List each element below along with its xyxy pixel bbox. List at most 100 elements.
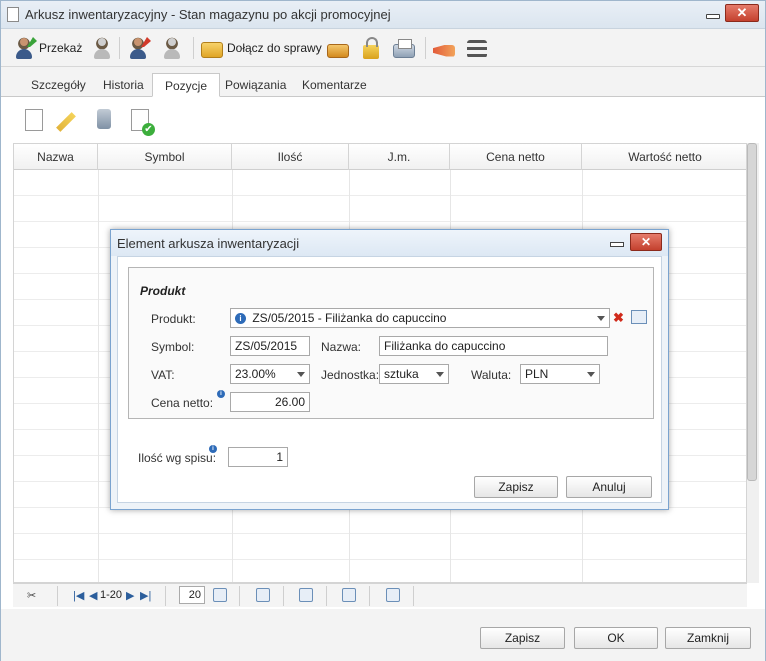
grid-header: Nazwa Symbol Ilość J.m. Cena netto Warto… [14, 144, 746, 170]
new-document-icon[interactable] [25, 109, 43, 131]
megaphone-icon [433, 44, 455, 57]
announce-button[interactable] [433, 35, 455, 61]
dialog-anuluj-button[interactable]: Anuluj [566, 476, 652, 498]
minimize-button[interactable] [701, 5, 723, 23]
menu-button[interactable] [467, 35, 487, 61]
lock-button[interactable] [363, 35, 379, 61]
person-forward-icon [13, 37, 37, 59]
refresh-icon[interactable] [386, 588, 400, 602]
pager-separator [283, 586, 284, 606]
sum-icon[interactable] [256, 588, 270, 602]
ok-button[interactable]: OK [574, 627, 658, 649]
ilosc-label: Ilość wg spisu: [138, 451, 217, 465]
nazwa-input[interactable]: Filiżanka do capuccino [379, 336, 608, 356]
column-header-cena-netto[interactable]: Cena netto [450, 144, 582, 170]
close-button[interactable]: ✕ [725, 4, 759, 22]
print-button[interactable] [393, 35, 415, 61]
printer-icon [393, 38, 415, 58]
columns-icon[interactable] [299, 588, 313, 602]
pager-separator [165, 586, 166, 606]
produkt-select[interactable]: i ZS/05/2015 - Filiżanka do capuccino [230, 308, 610, 328]
chevron-down-icon[interactable] [597, 316, 605, 321]
clear-icon[interactable]: ✖ [613, 310, 624, 326]
column-header-wartosc-netto[interactable]: Wartość netto [582, 144, 746, 170]
dialog-body: Produkt Produkt: i ZS/05/2015 - Filiżank… [117, 256, 662, 503]
pager-separator [326, 586, 327, 606]
tab-szczegoly[interactable]: Szczegóły [19, 73, 98, 97]
pager: ✂ |◀ ◀ 1-20 ▶ ▶| 20 [13, 583, 747, 607]
info-icon: i [235, 313, 246, 325]
window-title: Arkusz inwentaryzacyjny - Stan magazynu … [25, 7, 391, 22]
vat-label: VAT: [151, 368, 175, 382]
person-disabled-icon [91, 37, 113, 59]
zamknij-button[interactable]: Zamknij [665, 627, 751, 649]
tab-pozycje[interactable]: Pozycje [152, 73, 221, 97]
last-page-icon[interactable]: ▶| [140, 589, 151, 602]
first-page-icon[interactable]: |◀ [73, 589, 84, 602]
cena-label: Cena netto: [151, 396, 214, 410]
person-edit-icon [127, 37, 151, 59]
pager-separator [413, 586, 414, 606]
prev-page-icon[interactable]: ◀ [89, 589, 97, 602]
column-header-symbol[interactable]: Symbol [98, 144, 232, 170]
tab-powiazania[interactable]: Powiązania [213, 73, 298, 97]
nazwa-label: Nazwa: [321, 340, 362, 354]
dialog-zapisz-button[interactable]: Zapisz [474, 476, 558, 498]
info-icon[interactable]: i [209, 445, 217, 453]
przekaz-button[interactable]: Przekaż [13, 35, 82, 61]
symbol-label: Symbol: [151, 340, 195, 354]
tab-komentarze[interactable]: Komentarze [290, 73, 379, 97]
column-header-nazwa[interactable]: Nazwa [14, 144, 98, 170]
column-header-ilosc[interactable]: Ilość [232, 144, 349, 170]
footer-bar: Zapisz OK Zamknij [1, 609, 765, 661]
waluta-select[interactable]: PLN [520, 364, 600, 384]
person-link-button[interactable] [161, 35, 183, 61]
cena-input[interactable]: 26.00 [230, 392, 310, 412]
pager-separator [57, 586, 58, 606]
person-edit-button[interactable] [127, 35, 151, 61]
chevron-down-icon[interactable] [436, 372, 444, 377]
positions-toolbar [13, 105, 155, 137]
dolacz-button[interactable]: Dołącz do sprawy [201, 35, 322, 61]
dialog-title: Element arkusza inwentaryzacji [117, 236, 300, 251]
page-range: 1-20 [100, 589, 123, 601]
info-icon[interactable]: i [217, 390, 225, 398]
jednostka-label: Jednostka: [321, 368, 380, 382]
folder-attach-icon [201, 42, 223, 58]
vat-value: 23.00% [235, 367, 276, 381]
document-check-icon[interactable] [131, 109, 155, 136]
section-title: Produkt [140, 284, 186, 298]
tab-historia[interactable]: Historia [91, 73, 156, 97]
tab-bar: Szczegóły Historia Pozycje Powiązania Ko… [1, 67, 765, 97]
ilosc-input[interactable]: 1 [228, 447, 288, 467]
chevron-down-icon[interactable] [297, 372, 305, 377]
person-disabled-button[interactable] [91, 35, 113, 61]
scrollbar-thumb[interactable] [747, 143, 757, 481]
page-size-menu-icon[interactable] [213, 588, 227, 602]
pager-separator [239, 586, 240, 606]
product-lookup-icon[interactable] [631, 310, 647, 324]
calculator-icon[interactable] [342, 588, 356, 602]
dialog-close-button[interactable]: ✕ [630, 233, 662, 251]
person-link-disabled-icon [161, 37, 183, 59]
vat-select[interactable]: 23.00% [230, 364, 310, 384]
produkt-fieldset: Produkt Produkt: i ZS/05/2015 - Filiżank… [128, 267, 654, 419]
document-icon [7, 7, 19, 22]
grid-scrollbar[interactable] [747, 143, 759, 583]
trash-icon[interactable] [97, 109, 111, 129]
zapisz-button[interactable]: Zapisz [480, 627, 565, 649]
folder-remove-button[interactable] [327, 35, 349, 61]
page-size-input[interactable]: 20 [179, 586, 205, 604]
symbol-input[interactable]: ZS/05/2015 [230, 336, 310, 356]
chevron-down-icon[interactable] [587, 372, 595, 377]
element-dialog: Element arkusza inwentaryzacji ✕ Produkt… [110, 229, 669, 510]
toolbar-separator [193, 37, 194, 59]
tools-icon[interactable]: ✂ [27, 589, 36, 602]
titlebar: Arkusz inwentaryzacyjny - Stan magazynu … [1, 1, 765, 29]
dialog-minimize-button[interactable] [606, 234, 626, 250]
jednostka-select[interactable]: sztuka [379, 364, 449, 384]
dialog-titlebar: Element arkusza inwentaryzacji ✕ [111, 230, 668, 256]
next-page-icon[interactable]: ▶ [126, 589, 134, 602]
column-header-jm[interactable]: J.m. [349, 144, 450, 170]
pencil-icon[interactable] [56, 112, 76, 132]
